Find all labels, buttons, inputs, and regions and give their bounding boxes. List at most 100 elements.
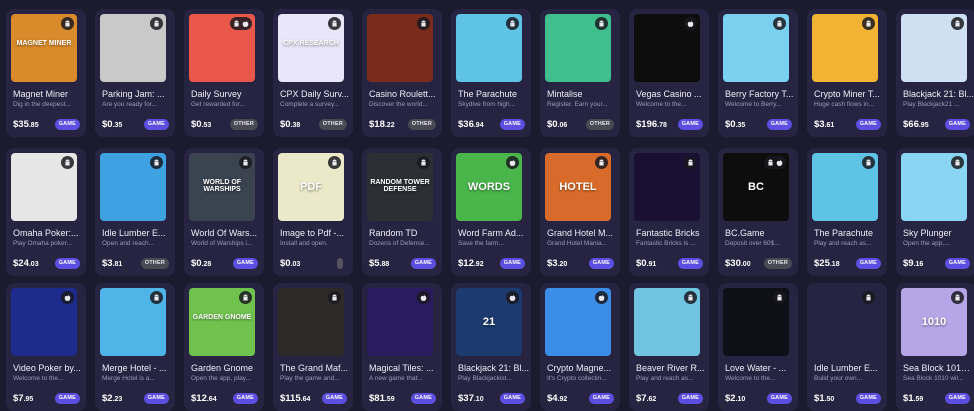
offer-reward: $0.91 [636, 258, 656, 269]
offer-card[interactable]: Crypto Magne... It's Crypto collectin... $… [540, 283, 620, 411]
apple-icon [509, 159, 516, 167]
offer-reward: $37.10 [458, 393, 484, 404]
offer-description: Merge Hotel is a... [102, 375, 155, 382]
offers-grid: MAGNET MINER Magnet Miner Dig in the deepe… [0, 0, 974, 411]
offer-card[interactable]: The Grand Maf... Play the game and... $115… [273, 283, 353, 411]
platform-badge [61, 17, 74, 30]
offer-thumbnail [812, 14, 878, 82]
offer-card[interactable]: 21 Blackjack 21: Bl... Play Blackjackist..… [451, 283, 531, 411]
reward-dollars: $18 [369, 119, 385, 130]
offer-description: Register. Earn your... [547, 101, 608, 108]
offer-thumbnail: WORDS [456, 153, 522, 221]
offer-card[interactable]: Mintalise Register. Earn your... $0.06 OTHE… [540, 9, 620, 137]
offer-card[interactable]: The Parachute Skydive from high... $36.94 G… [451, 9, 531, 137]
apple-icon [420, 294, 427, 302]
offer-card[interactable]: MAGNET MINER Magnet Miner Dig in the deepe… [6, 9, 86, 137]
category-tag: GAME [143, 119, 169, 130]
offer-card[interactable]: Magical Tiles: ... A new game that... $81.… [362, 283, 442, 411]
offer-card[interactable]: CPX RESEARCH CPX Daily Surv... Complete a … [273, 9, 353, 137]
category-tag: GAME [766, 393, 792, 404]
offer-thumbnail [634, 14, 700, 82]
reward-cents: .61 [824, 122, 835, 129]
thumbnail-logo-text: WORLD OF WARSHIPS [202, 179, 242, 193]
offer-card[interactable]: Berry Factory T... Welcome to Berry... $0.… [718, 9, 798, 137]
offer-card[interactable]: Omaha Poker:... Play Omaha poker... $24.03… [6, 148, 86, 276]
offer-card[interactable]: Daily Survey Get rewarded for... $0.53 OTHE… [184, 9, 264, 137]
offer-card[interactable]: Casino Roulett... Discover the world... $1… [362, 9, 442, 137]
reward-cents: .81 [112, 261, 123, 268]
offer-title: Sea Block 1010 ... [903, 363, 974, 373]
reward-dollars: $12 [191, 393, 207, 404]
offer-thumbnail [901, 153, 967, 221]
offer-description: Dig in the deepest... [13, 101, 71, 108]
reward-cents: .85 [28, 122, 39, 129]
offer-card[interactable]: Fantastic Bricks Fantastic Bricks is ... $… [629, 148, 709, 276]
offer-card[interactable]: Video Poker by... Welcome to the... $7.95 G… [6, 283, 86, 411]
offer-card[interactable]: 1010 Sea Block 1010 ... Sea Block 1010 wil… [896, 283, 974, 411]
reward-cents: .38 [290, 122, 301, 129]
platform-badge [951, 17, 964, 30]
offer-reward: $24.03 [13, 258, 39, 269]
offer-title: The Parachute [814, 228, 874, 238]
offer-reward: $4.92 [547, 393, 567, 404]
offer-reward: $66.95 [903, 119, 929, 130]
reward-dollars: $0 [191, 258, 202, 269]
offer-card[interactable]: WORDS Word Farm Ad... Save the farm... $12.… [451, 148, 531, 276]
offer-description: Open and reach... [102, 240, 155, 247]
android-icon [767, 159, 774, 167]
category-tag: GAME [944, 258, 970, 269]
offer-description: Discover the world... [369, 101, 428, 108]
offer-title: Idle Lumber E... [102, 228, 166, 238]
platform-badge [328, 291, 341, 304]
offer-card[interactable]: The Parachute Play and reach as... $25.18 G… [807, 148, 887, 276]
category-tag: GAME [677, 393, 703, 404]
category-tag: GAME [54, 258, 80, 269]
category-tag: OTHER [763, 258, 792, 269]
reward-dollars: $24 [13, 258, 29, 269]
offer-card[interactable]: Vegas Casino ... Welcome to the... $196.78… [629, 9, 709, 137]
platform-badge [230, 17, 252, 30]
platform-badge [684, 156, 697, 169]
offer-card[interactable]: HOTEL Grand Hotel M... Grand Hotel Mania..… [540, 148, 620, 276]
android-icon [509, 20, 516, 28]
category-tag: GAME [944, 393, 970, 404]
offer-card[interactable]: Parking Jam: ... Are you ready for... $0.3… [95, 9, 175, 137]
offer-title: Berry Factory T... [725, 89, 794, 99]
offer-card[interactable]: WORLD OF WARSHIPS World Of Wars... World o… [184, 148, 264, 276]
offer-card[interactable]: Love Water - ... Welcome to the... $2.10 GA… [718, 283, 798, 411]
offer-description: Sea Block 1010 wil... [903, 375, 964, 382]
offer-card[interactable]: PDF Image to Pdf -... Install and open. $0.… [273, 148, 353, 276]
thumbnail-logo-text: WORDS [467, 181, 511, 193]
offer-card[interactable]: Crypto Miner T... Huge cash flows in... $3… [807, 9, 887, 137]
offer-title: Blackjack 21: Bl... [903, 89, 974, 99]
offer-card[interactable]: Idle Lumber E... Open and reach... $3.81 OT… [95, 148, 175, 276]
reward-dollars: $25 [814, 258, 830, 269]
reward-cents: .06 [557, 122, 568, 129]
reward-cents: .95 [918, 122, 929, 129]
android-icon [64, 20, 71, 28]
offer-title: Sky Plunger [903, 228, 952, 238]
offer-thumbnail [545, 14, 611, 82]
offer-card[interactable]: Blackjack 21: Bl... Play Blackjack21 ... $… [896, 9, 974, 137]
loading-indicator [337, 258, 343, 269]
offer-description: Play and reach as... [814, 240, 872, 247]
offer-thumbnail: GARDEN GNOME [189, 288, 255, 356]
offer-card[interactable]: RANDOM TOWER DEFENSE Random TD Dozens of D… [362, 148, 442, 276]
category-tag: OTHER [140, 258, 169, 269]
offer-card[interactable]: Sky Plunger Open the app,... $9.16 GAME [896, 148, 974, 276]
offer-card[interactable]: Idle Lumber E... Build your own... $1.50 GA… [807, 283, 887, 411]
platform-badge [764, 156, 786, 169]
thumbnail-logo-text: HOTEL [559, 181, 597, 193]
offer-reward: $7.62 [636, 393, 656, 404]
offer-card[interactable]: GARDEN GNOME Garden Gnome Open the app, pl… [184, 283, 264, 411]
offer-card[interactable]: Merge Hotel - ... Merge Hotel is a... $2.2… [95, 283, 175, 411]
offer-description: Play Omaha poker... [13, 240, 72, 247]
offer-card[interactable]: BC BC.Game Deposit over 60$... $30.00 OTHER [718, 148, 798, 276]
offer-card[interactable]: Beaver River R... Play and reach as... $7.… [629, 283, 709, 411]
offer-description: Welcome to the... [13, 375, 64, 382]
offer-description: Are you ready for... [102, 101, 157, 108]
offer-thumbnail [11, 288, 77, 356]
reward-cents: .91 [646, 261, 657, 268]
reward-dollars: $12 [458, 258, 474, 269]
reward-cents: .00 [740, 261, 751, 268]
